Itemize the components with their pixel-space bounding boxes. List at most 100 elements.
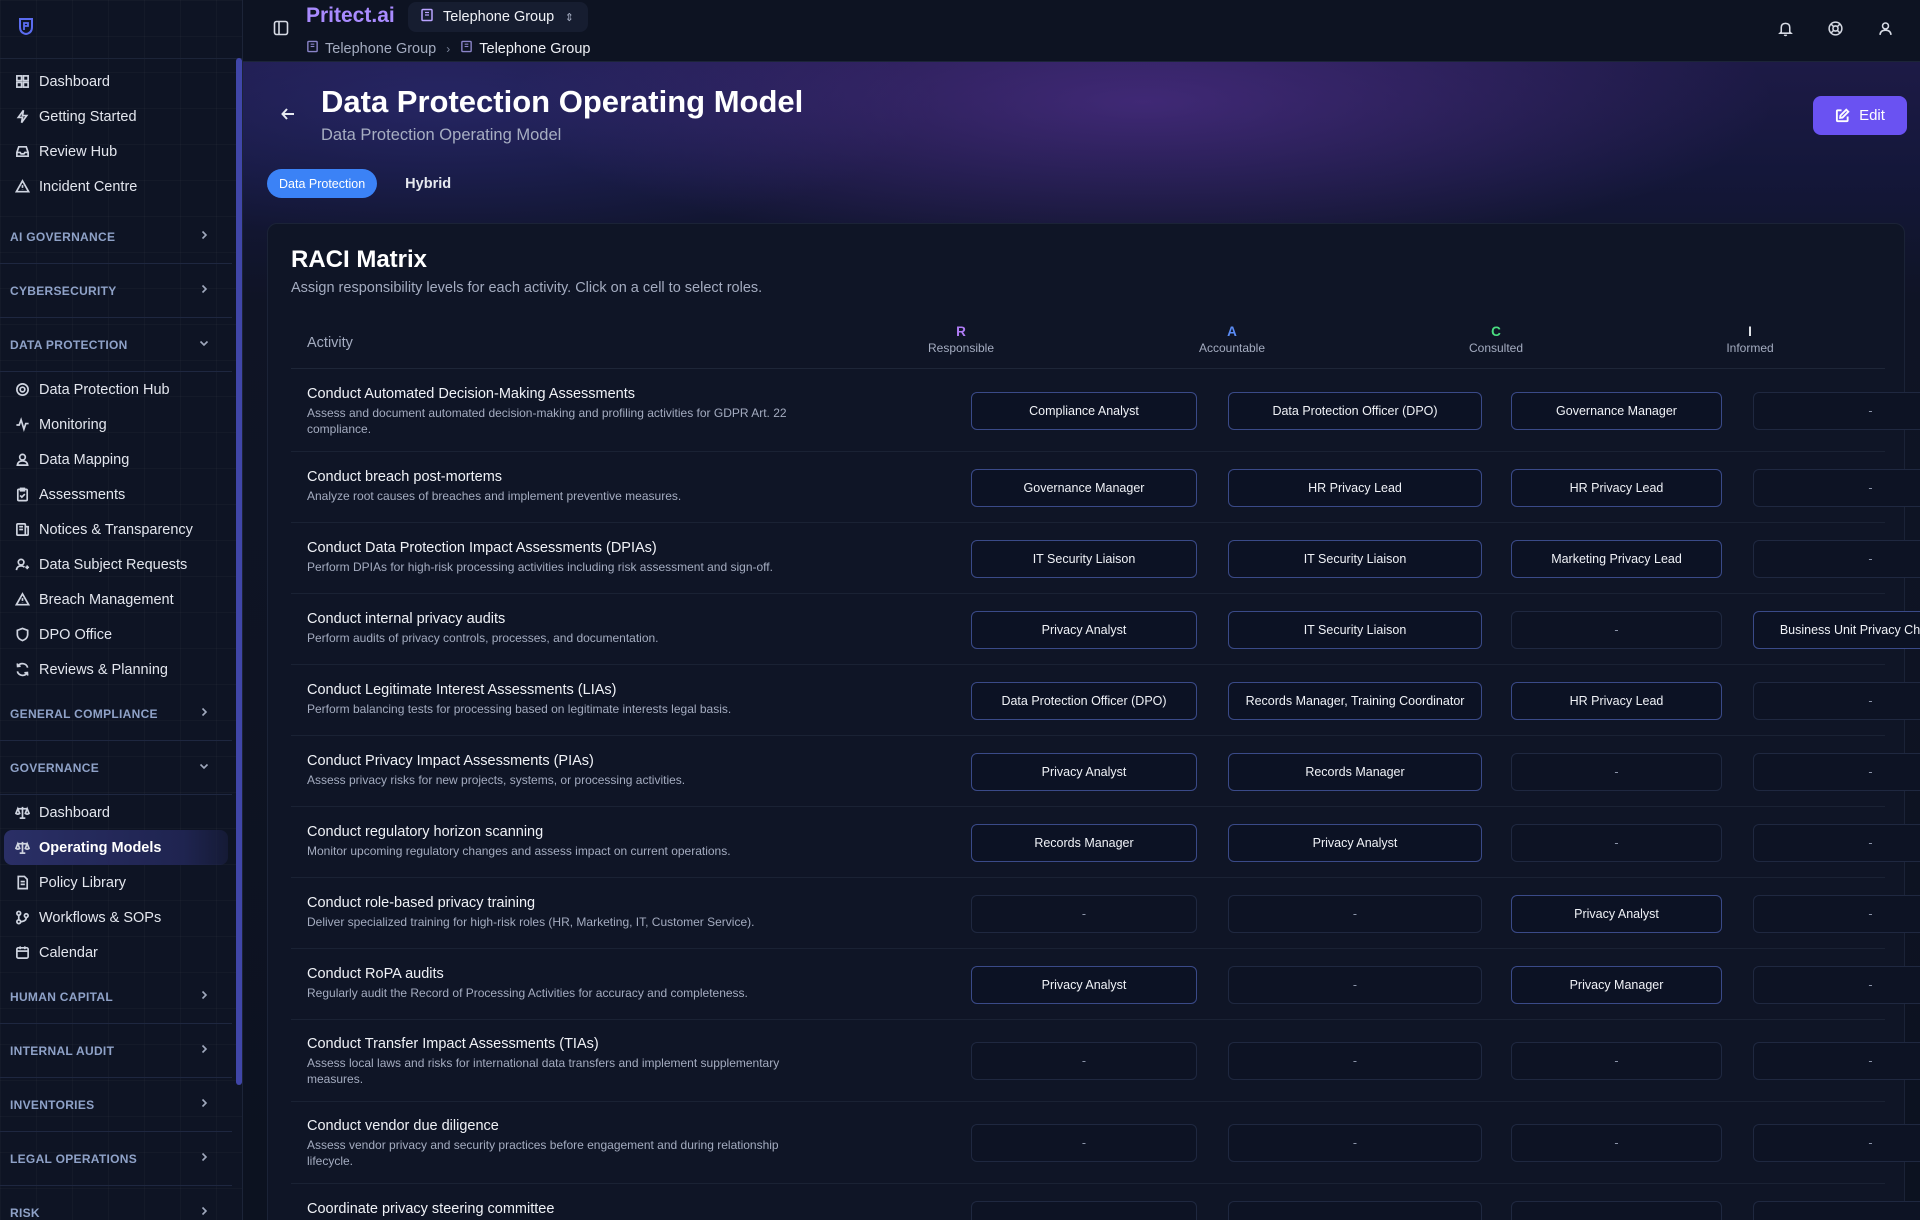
informed-role-cell[interactable]: - <box>1753 392 1920 430</box>
accountable-role-cell[interactable]: IT Security Liaison <box>1228 610 1482 649</box>
help-lifebuoy-icon[interactable] <box>1825 18 1845 38</box>
building-icon <box>420 8 434 26</box>
sidebar-section-general-compliance[interactable]: GENERAL COMPLIANCE <box>0 687 232 741</box>
activity-description: Assess vendor privacy and security pract… <box>307 1138 779 1168</box>
sidebar-section-data-protection[interactable]: DATA PROTECTION <box>0 318 232 372</box>
sidebar-section-legal-operations[interactable]: LEGAL OPERATIONS <box>0 1132 232 1186</box>
warning-icon <box>14 592 30 608</box>
sidebar-section-risk[interactable]: RISK <box>0 1186 232 1220</box>
sidebar-section-label: INTERNAL AUDIT <box>10 1043 115 1058</box>
sidebar-section-inventories[interactable]: INVENTORIES <box>0 1078 232 1132</box>
accountable-role-cell[interactable]: IT Security Liaison <box>1228 539 1482 578</box>
responsible-role-cell[interactable]: Compliance Analyst <box>971 392 1197 430</box>
responsible-role-cell[interactable]: Governance Manager <box>971 468 1197 507</box>
informed-role-cell[interactable]: - <box>1753 752 1920 791</box>
sidebar-item-review-hub[interactable]: Review Hub <box>4 134 228 169</box>
informed-role-cell[interactable]: - <box>1753 468 1920 507</box>
sidebar-item-dashboard[interactable]: Dashboard <box>4 795 228 830</box>
sidebar-toggle-icon[interactable] <box>273 20 289 36</box>
informed-role-cell[interactable]: - <box>1753 681 1920 720</box>
consulted-role-cell[interactable]: Governance Manager <box>1511 392 1722 430</box>
tab-data-protection[interactable]: Data Protection <box>267 169 378 198</box>
sidebar-item-incident-centre[interactable]: Incident Centre <box>4 169 228 204</box>
sidebar-item-getting-started[interactable]: Getting Started <box>4 99 228 134</box>
consulted-role-cell[interactable]: HR Privacy Lead <box>1511 681 1722 720</box>
accountable-role-cell[interactable]: Data Protection Officer (DPO) <box>1228 392 1482 430</box>
accountable-role-cell[interactable]: - <box>1228 965 1482 1004</box>
responsible-role-cell[interactable]: - <box>971 1042 1197 1080</box>
responsible-role-cell[interactable]: - <box>971 894 1197 933</box>
accountable-role-cell[interactable]: Privacy Analyst <box>1228 823 1482 862</box>
sidebar-section-internal-audit[interactable]: INTERNAL AUDIT <box>0 1024 232 1078</box>
responsible-role-cell[interactable]: Data Protection Officer (DPO) <box>971 681 1197 720</box>
sidebar-item-notices-and-transparency[interactable]: Notices & Transparency <box>4 512 228 547</box>
informed-role-cell[interactable]: - <box>1753 823 1920 862</box>
informed-role-cell[interactable]: - <box>1753 539 1920 578</box>
sidebar-section-human-capital[interactable]: HUMAN CAPITAL <box>0 970 232 1024</box>
accountable-role-cell[interactable]: - <box>1228 894 1482 933</box>
consulted-role-cell[interactable]: - <box>1511 1042 1722 1080</box>
tab-hybrid[interactable]: Hybrid <box>393 169 463 198</box>
responsible-role-cell[interactable]: Privacy Analyst <box>971 752 1197 791</box>
informed-role-cell[interactable]: - <box>1753 1200 1920 1220</box>
accountable-role-cell[interactable]: HR Privacy Lead <box>1228 468 1482 507</box>
consulted-role-cell[interactable]: Privacy Analyst <box>1511 894 1722 933</box>
consulted-role-cell[interactable]: - <box>1511 610 1722 649</box>
accountable-role-cell[interactable]: - <box>1228 1200 1482 1220</box>
responsible-role-cell[interactable]: Privacy Analyst <box>971 965 1197 1004</box>
sidebar-item-data-mapping[interactable]: Data Mapping <box>4 442 228 477</box>
sidebar-item-dpo-office[interactable]: DPO Office <box>4 617 228 652</box>
consulted-role-cell[interactable]: Privacy Manager <box>1511 965 1722 1004</box>
building-icon <box>306 40 319 57</box>
sidebar-item-calendar[interactable]: Calendar <box>4 935 228 970</box>
accountable-role-cell[interactable]: - <box>1228 1042 1482 1080</box>
consulted-role-cell[interactable]: - <box>1511 823 1722 862</box>
chevron-right-icon <box>198 989 210 1004</box>
sidebar-item-data-subject-requests[interactable]: Data Subject Requests <box>4 547 228 582</box>
scale-icon <box>14 805 30 821</box>
responsible-role-cell[interactable]: Records Manager <box>971 823 1197 862</box>
org-selector[interactable]: Telephone Group ⇕ <box>408 2 588 32</box>
consulted-role-cell[interactable]: Marketing Privacy Lead <box>1511 539 1722 578</box>
sidebar-section-ai-governance[interactable]: AI GOVERNANCE <box>0 210 232 264</box>
sidebar-item-reviews-and-planning[interactable]: Reviews & Planning <box>4 652 228 687</box>
sidebar-item-assessments[interactable]: Assessments <box>4 477 228 512</box>
hub-icon <box>14 382 30 398</box>
back-arrow-icon[interactable] <box>278 104 298 124</box>
accountable-role-cell[interactable]: - <box>1228 1124 1482 1162</box>
informed-role-cell[interactable]: Business Unit Privacy Champion <box>1753 610 1920 649</box>
informed-role-cell[interactable]: - <box>1753 894 1920 933</box>
consulted-role-cell[interactable]: - <box>1511 1200 1722 1220</box>
accountable-role-cell[interactable]: Records Manager <box>1228 752 1482 791</box>
responsible-role-cell[interactable]: IT Security Liaison <box>971 539 1197 578</box>
bell-icon[interactable] <box>1775 18 1795 38</box>
user-account-icon[interactable] <box>1875 18 1895 38</box>
brand-name[interactable]: Pritect.ai <box>306 4 395 28</box>
sidebar-item-policy-library[interactable]: Policy Library <box>4 865 228 900</box>
sidebar-item-operating-models[interactable]: Operating Models <box>4 830 228 865</box>
sidebar-section-cybersecurity[interactable]: CYBERSECURITY <box>0 264 232 318</box>
responsible-role-cell[interactable]: - <box>971 1124 1197 1162</box>
sidebar-item-dashboard[interactable]: Dashboard <box>4 64 228 99</box>
informed-role-cell[interactable]: - <box>1753 1042 1920 1080</box>
pritect-logo-icon[interactable] <box>14 14 38 38</box>
sidebar-item-monitoring[interactable]: Monitoring <box>4 407 228 442</box>
consulted-role-cell[interactable]: HR Privacy Lead <box>1511 468 1722 507</box>
accountable-role-cell[interactable]: Records Manager, Training Coordinator <box>1228 681 1482 720</box>
top-header: Pritect.ai Telephone Group ⇕ Telephone G… <box>243 0 1920 62</box>
breadcrumb-item[interactable]: Telephone Group <box>306 40 436 57</box>
sidebar-item-breach-management[interactable]: Breach Management <box>4 582 228 617</box>
consulted-role-cell[interactable]: - <box>1511 752 1722 791</box>
sidebar-item-data-protection-hub[interactable]: Data Protection Hub <box>4 372 228 407</box>
sidebar-section-label: GOVERNANCE <box>10 760 100 775</box>
sidebar-item-workflows-and-sops[interactable]: Workflows & SOPs <box>4 900 228 935</box>
informed-role-cell[interactable]: - <box>1753 965 1920 1004</box>
sidebar-scrollbar[interactable] <box>236 58 242 1085</box>
responsible-role-cell[interactable]: Privacy Analyst <box>971 610 1197 649</box>
edit-button[interactable]: Edit <box>1813 96 1907 135</box>
consulted-role-cell[interactable]: - <box>1511 1124 1722 1162</box>
sidebar-section-governance[interactable]: GOVERNANCE <box>0 741 232 795</box>
informed-role-cell[interactable]: - <box>1753 1124 1920 1162</box>
activity-name: Conduct Privacy Impact Assessments (PIAs… <box>307 753 594 769</box>
responsible-role-cell[interactable]: - <box>971 1200 1197 1220</box>
